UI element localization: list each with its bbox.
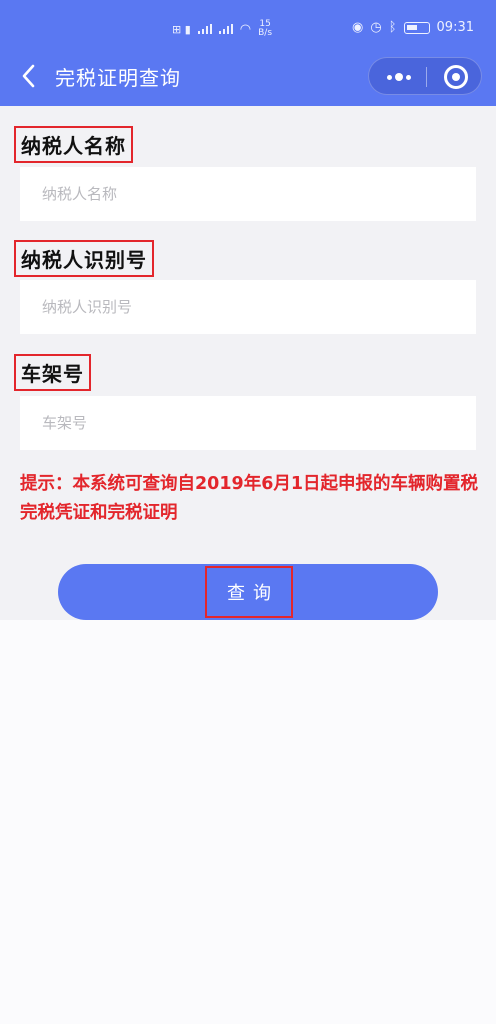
- taxpayer-name-label: 纳税人名称: [14, 126, 133, 163]
- alarm-icon: ◷: [370, 20, 382, 35]
- page-title: 完税证明查询: [55, 66, 181, 90]
- eye-icon: ◉: [352, 20, 364, 35]
- query-form: 纳税人名称 纳税人识别号 车架号: [0, 106, 496, 620]
- status-time: 09:31: [436, 20, 474, 35]
- taxpayer-id-label: 纳税人识别号: [14, 240, 154, 277]
- more-button[interactable]: [383, 67, 415, 87]
- status-right: ◉ ◷ ᛒ 09:31: [352, 20, 474, 35]
- network-type-indicator: ⊞ ▮: [172, 22, 191, 36]
- status-network: ⊞ ▮ ◠ 15 B/s: [172, 20, 272, 38]
- query-button[interactable]: 查询: [58, 564, 438, 620]
- more-dots-icon: [387, 75, 392, 80]
- wifi-icon: ◠: [239, 21, 252, 37]
- taxpayer-name-input[interactable]: [20, 167, 476, 221]
- bluetooth-icon: ᛒ: [388, 20, 397, 35]
- taxpayer-id-input[interactable]: [20, 280, 476, 334]
- app-header: ⊞ ▮ ◠ 15 B/s ◉ ◷ ᛒ 09:31 完税证明查询: [0, 0, 496, 106]
- signal-icon: [197, 24, 212, 34]
- signal-icon-2: [218, 24, 233, 34]
- vin-input[interactable]: [20, 396, 476, 450]
- chevron-left-icon: [22, 64, 35, 88]
- query-hint: 提示：本系统可查询自2019年6月1日起申报的车辆购置税完税凭证和完税证明: [20, 474, 479, 523]
- capsule-divider: [426, 67, 427, 87]
- network-speed: 15 B/s: [258, 19, 273, 38]
- mini-program-capsule: [368, 57, 482, 95]
- battery-icon: [403, 21, 430, 34]
- back-button[interactable]: [18, 63, 42, 89]
- close-miniprogram-button[interactable]: [444, 65, 468, 89]
- query-button-label: 查询: [205, 566, 293, 618]
- vin-label: 车架号: [14, 354, 91, 391]
- status-bar: ⊞ ▮ ◠ 15 B/s ◉ ◷ ᛒ 09:31: [0, 0, 496, 54]
